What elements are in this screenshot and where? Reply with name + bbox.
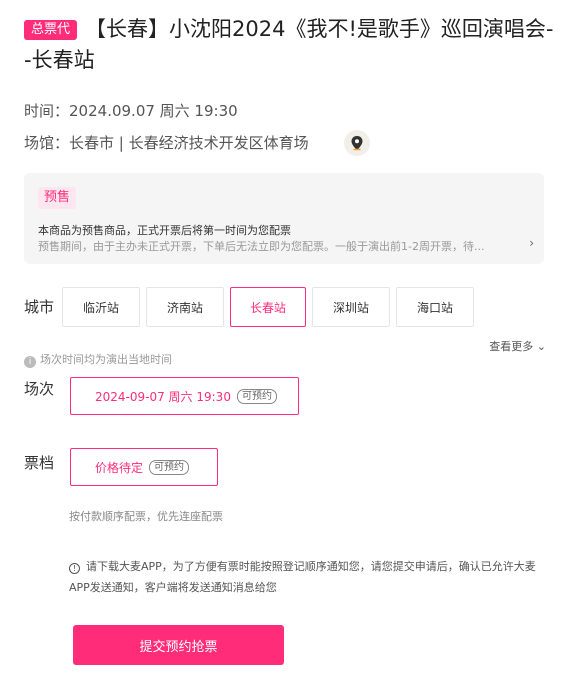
- time-value: 2024.09.07 周六 19:30: [69, 102, 238, 120]
- timezone-note: i 场次时间均为演出当地时间: [24, 351, 172, 368]
- city-label: 城市: [24, 298, 55, 316]
- see-more-label: 查看更多: [489, 340, 534, 353]
- ticket-tier-label: 票档: [24, 454, 55, 472]
- event-title-row: 总票代 【长春】小沈阳2024《我不!是歌手》巡回演唱会--长春站: [24, 14, 554, 76]
- chevron-right-icon[interactable]: ›: [529, 236, 534, 250]
- session-option[interactable]: 2024-09-07 周六 19:30 可预约: [70, 377, 299, 415]
- session-label: 场次: [24, 380, 55, 398]
- ticket-agent-badge: 总票代: [24, 20, 78, 40]
- location-pin-icon[interactable]: [344, 130, 370, 156]
- app-notice: ! 请下载大麦APP，为了方便有票时能按照登记顺序通知您，请您提交申请后，确认已允…: [69, 556, 544, 598]
- venue-value: 长春市 | 长春经济技术开发区体育场: [69, 134, 309, 152]
- event-time: 时间：2024.09.07 周六 19:30: [24, 100, 238, 121]
- submit-reservation-button[interactable]: 提交预约抢票: [73, 625, 284, 665]
- presale-tag: 预售: [38, 187, 77, 209]
- exclamation-icon: !: [69, 563, 80, 574]
- time-label: 时间：: [24, 102, 70, 120]
- chevron-down-icon: ⌄: [536, 340, 546, 353]
- app-notice-text: 请下载大麦APP，为了方便有票时能按照登记顺序通知您，请您提交申请后，确认已允许…: [69, 560, 536, 594]
- city-option-shenzhen[interactable]: 深圳站: [312, 287, 390, 327]
- session-status-badge: 可预约: [236, 388, 277, 404]
- event-venue: 场馆：长春市 | 长春经济技术开发区体育场: [24, 132, 309, 153]
- event-title: 【长春】小沈阳2024《我不!是歌手》巡回演唱会--长春站: [24, 17, 554, 72]
- city-option-jinan[interactable]: 济南站: [146, 287, 224, 327]
- city-option-linyi[interactable]: 临沂站: [62, 287, 140, 327]
- presale-detail: 预售期间，由于主办未正式开票，下单后无法立即为您配票。一般于演出前1-2周开票，…: [38, 240, 485, 253]
- session-value: 2024-09-07 周六 19:30: [95, 389, 231, 404]
- event-header: 总票代 【长春】小沈阳2024《我不!是歌手》巡回演唱会--长春站: [24, 14, 554, 76]
- presale-notice-card[interactable]: 预售 本商品为预售商品，正式开票后将第一时间为您配票 预售期间，由于主办未正式开…: [24, 173, 544, 264]
- ticket-tier-status-badge: 可预约: [149, 459, 190, 475]
- ticket-tier-option[interactable]: 价格待定 可预约: [70, 448, 218, 486]
- city-option-haikou[interactable]: 海口站: [396, 287, 474, 327]
- timezone-note-text: 场次时间均为演出当地时间: [40, 353, 172, 366]
- city-option-changchun[interactable]: 长春站: [230, 287, 306, 327]
- info-icon: i: [24, 356, 36, 368]
- pay-order-note: 按付款顺序配票，优先连座配票: [69, 510, 223, 523]
- presale-summary: 本商品为预售商品，正式开票后将第一时间为您配票: [38, 224, 291, 237]
- see-more-link[interactable]: 查看更多 ⌄: [489, 338, 546, 354]
- ticket-tier-value: 价格待定: [95, 460, 144, 475]
- venue-label: 场馆：: [24, 134, 70, 152]
